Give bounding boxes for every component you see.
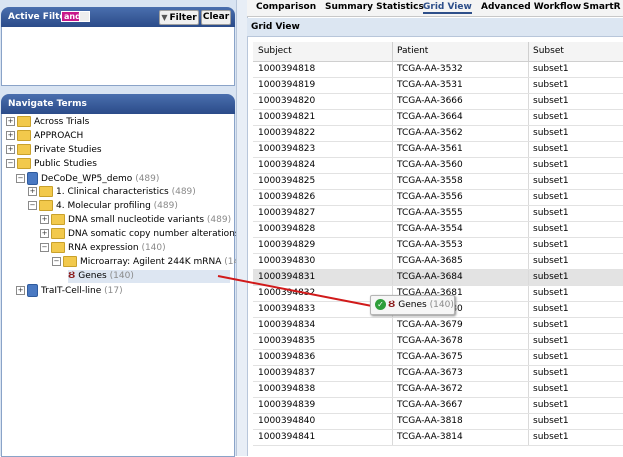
drag-connector-line	[217, 275, 373, 307]
drag-ghost: ✓ Ȣ Genes (140)	[370, 295, 455, 315]
check-icon: ✓	[375, 299, 386, 310]
drag-ghost-count: (140)	[429, 300, 454, 310]
genes-icon: Ȣ	[388, 300, 396, 310]
drag-ghost-label: Genes	[398, 300, 427, 310]
